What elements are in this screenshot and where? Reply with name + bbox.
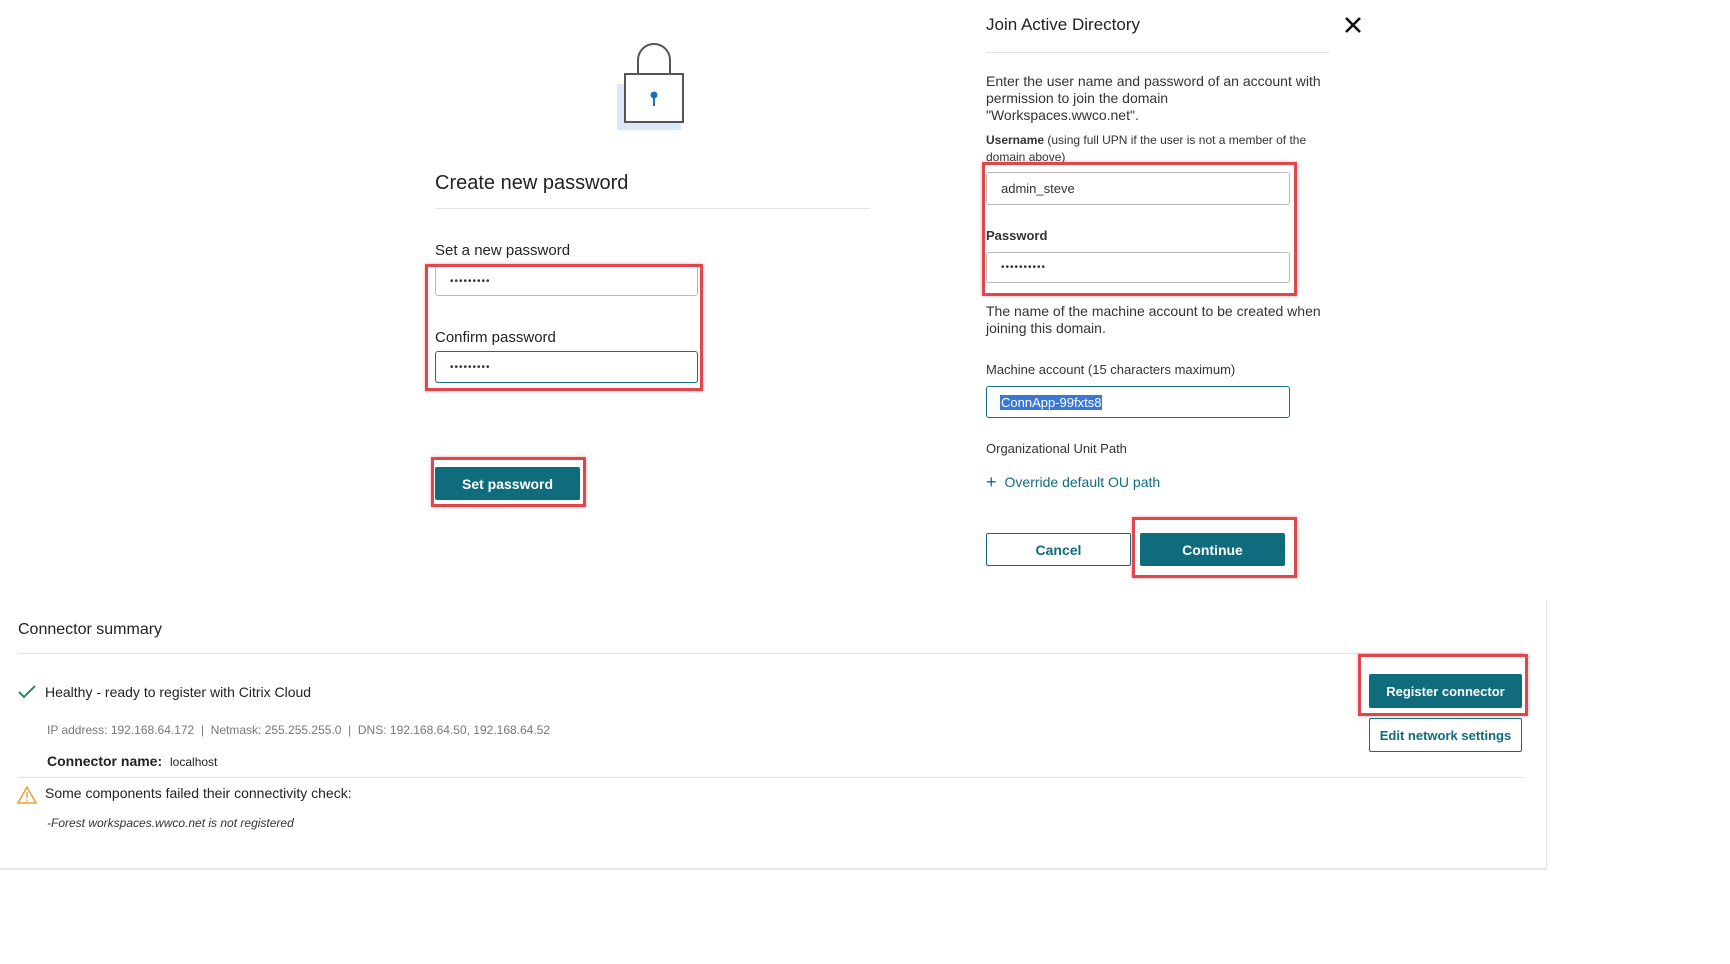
machine-account-input[interactable]: ConnApp-99fxts8 [986,386,1290,418]
highlight-credentials [982,162,1297,296]
network-info: IP address: 192.168.64.172 | Netmask: 25… [47,723,551,737]
connector-name-label: Connector name: [47,753,163,769]
page-title: Create new password [435,172,629,194]
close-icon[interactable] [1342,14,1364,36]
highlight-continue [1132,517,1297,578]
machine-account-value: ConnApp-99fxts8 [1000,394,1103,410]
warning-text: Some components failed their connectivit… [45,785,352,801]
override-ou-link[interactable]: + Override default OU path [986,472,1161,492]
new-password-label: Set a new password [435,242,571,259]
connector-title: Connector summary [18,621,163,638]
plus-icon: + [986,472,997,492]
check-icon [17,684,37,700]
username-label-block: Username (using full UPN if the user is … [986,132,1326,166]
warning-icon [16,785,38,804]
cancel-button[interactable]: Cancel [986,533,1131,566]
connector-divider [18,653,1524,654]
status-text: Healthy - ready to register with Citrix … [45,684,312,700]
dialog-description: Enter the user name and password of an a… [986,73,1321,123]
connector-name-value: localhost [170,755,218,769]
divider [435,208,870,209]
dialog-title: Join Active Directory [986,15,1140,34]
dialog-divider [986,52,1330,53]
username-label: Username [986,133,1045,147]
override-ou-label: Override default OU path [1004,474,1161,490]
edit-network-settings-button[interactable]: Edit network settings [1369,718,1522,752]
highlight-password-fields [425,264,703,391]
machine-label: Machine account (15 characters maximum) [986,362,1236,377]
connector-name-row: Connector name: localhost [47,753,217,769]
ou-label: Organizational Unit Path [986,441,1127,456]
highlight-set-password [431,457,586,507]
highlight-register [1358,654,1528,716]
machine-description: The name of the machine account to be cr… [986,303,1321,336]
lock-icon [614,36,690,132]
warning-detail: -Forest workspaces.wwco.net is not regis… [47,816,294,830]
connector-divider-2 [18,777,1524,778]
